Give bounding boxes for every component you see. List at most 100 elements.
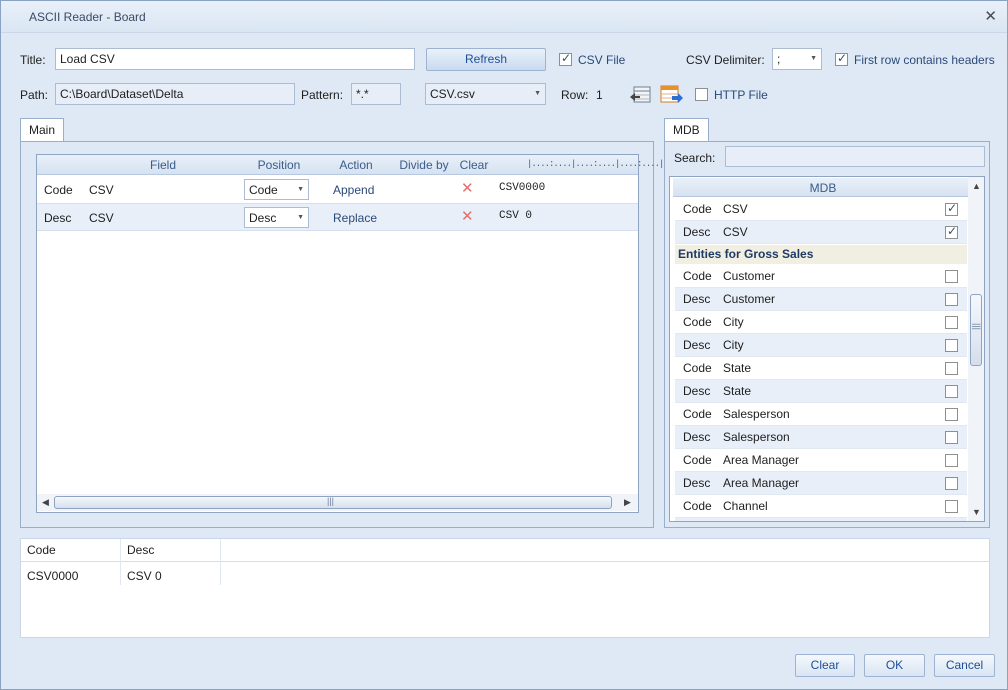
import-columns-icon[interactable] [629, 86, 651, 104]
list-item[interactable]: Desc Customer [675, 288, 967, 311]
row2-position-select[interactable]: Desc ▼ [244, 207, 309, 228]
list-item-type: Desc [683, 225, 711, 239]
list-item-checkbox[interactable] [945, 362, 958, 375]
tab-mdb[interactable]: MDB [664, 118, 709, 142]
list-item-type: Desc [683, 338, 711, 352]
list-item-checkbox[interactable] [945, 385, 958, 398]
list-item[interactable]: Code CSV [675, 198, 967, 221]
list-item-checkbox[interactable] [945, 477, 958, 490]
list-item-type: Code [683, 202, 712, 216]
first-row-headers-checkbox[interactable] [835, 51, 848, 66]
list-item[interactable]: Desc Area Manager [675, 472, 967, 495]
list-item-type: Desc [683, 476, 711, 490]
list-item-type: Desc [683, 384, 711, 398]
list-item-name: State [723, 384, 752, 398]
list-item-checkbox[interactable] [945, 316, 958, 329]
field-grid: Field Position Action Divide by Clear |.… [36, 154, 664, 513]
list-item-type: Code [683, 453, 712, 467]
list-item[interactable]: Desc State [675, 380, 967, 403]
title-bar: ASCII Reader - Board ✕ [1, 1, 1007, 33]
search-label: Search: [674, 151, 716, 165]
ok-button[interactable]: OK [864, 654, 925, 677]
export-columns-icon[interactable] [660, 85, 683, 103]
list-item[interactable]: Code City [675, 311, 967, 334]
csv-delimiter-label: CSV Delimiter: [686, 53, 765, 67]
chevron-down-icon: ▼ [297, 186, 304, 193]
vscroll-thumb[interactable]: ||| [970, 294, 982, 366]
arrow-down-icon[interactable]: ▼ [972, 507, 981, 517]
list-item[interactable]: Desc Salesperson [675, 426, 967, 449]
cancel-button[interactable]: Cancel [934, 654, 995, 677]
path-input[interactable] [55, 83, 295, 105]
hscroll-thumb[interactable]: ||| [54, 496, 612, 509]
x-icon[interactable]: ✕ [461, 209, 474, 224]
http-file-checkbox[interactable] [695, 88, 708, 101]
list-item[interactable]: Code Area Manager [675, 449, 967, 472]
refresh-button[interactable]: Refresh [426, 48, 546, 71]
search-input[interactable] [725, 146, 985, 167]
clear-button[interactable]: Clear [795, 654, 855, 677]
list-item-checkbox[interactable] [945, 431, 958, 444]
csv-delimiter-value: ; [777, 52, 781, 66]
mdb-vscrollbar[interactable]: ▲ ||| ▼ [968, 177, 984, 521]
preview-col-code: Code [27, 543, 56, 557]
list-item-type: Code [683, 269, 712, 283]
arrow-right-icon[interactable]: ▶ [624, 497, 631, 508]
list-item-name: Customer [723, 292, 776, 306]
file-select[interactable]: CSV.csv ▼ [425, 83, 546, 105]
ascii-reader-window: ASCII Reader - Board ✕ Title: Refresh CS… [0, 0, 1008, 690]
mdb-grid-header: MDB [673, 178, 970, 197]
list-item-name: State [723, 361, 752, 375]
list-item[interactable]: Desc CSV [675, 221, 967, 244]
list-item-checkbox[interactable] [945, 293, 958, 306]
list-item-type: Code [683, 499, 712, 513]
list-item[interactable]: Desc City [675, 334, 967, 357]
pattern-input[interactable] [351, 83, 401, 105]
arrow-left-icon[interactable]: ◀ [42, 497, 49, 508]
field-grid-header: Field Position Action Divide by Clear |.… [37, 155, 664, 175]
csv-file-checkbox[interactable] [559, 51, 572, 66]
arrow-up-icon[interactable]: ▲ [972, 181, 981, 191]
row2-action[interactable]: Replace [333, 211, 377, 225]
group-title: Entities for Gross Sales [675, 245, 967, 264]
list-item-name: CSV [723, 202, 748, 216]
list-item-checkbox[interactable] [945, 408, 958, 421]
list-item[interactable]: Code Customer [675, 265, 967, 288]
list-item[interactable]: DescChannel [675, 518, 967, 521]
preview-col-desc: Desc [127, 543, 155, 557]
list-item-name: Area Manager [723, 453, 800, 467]
title-input[interactable] [55, 48, 415, 70]
list-item-name: Salesperson [723, 407, 790, 421]
list-item-checkbox[interactable] [945, 500, 958, 513]
csv-delimiter-select[interactable]: ; ▼ [772, 48, 822, 70]
row1-type: Code [44, 183, 73, 197]
list-item-checkbox[interactable] [945, 454, 958, 467]
row1-position-value: Code [249, 183, 278, 197]
list-item-checkbox[interactable] [945, 224, 958, 239]
list-item[interactable]: Code State [675, 357, 967, 380]
close-icon[interactable]: ✕ [984, 7, 997, 25]
list-item[interactable]: Code Salesperson [675, 403, 967, 426]
list-item-checkbox[interactable] [945, 201, 958, 216]
list-item-name: Area Manager [723, 476, 800, 490]
row1-position-select[interactable]: Code ▼ [244, 179, 309, 200]
field-grid-hscrollbar[interactable]: ◀ ||| ▶ [37, 494, 638, 511]
x-icon[interactable]: ✕ [461, 181, 474, 196]
list-item-type: Code [683, 315, 712, 329]
preview-grid: Code Desc CSV0000 CSV 0 [20, 538, 990, 638]
list-item-checkbox[interactable] [945, 339, 958, 352]
chevron-down-icon: ▼ [534, 90, 541, 97]
col-clear: Clear [459, 158, 489, 172]
list-item[interactable]: Code Channel [675, 495, 967, 518]
list-item-name: Channel [723, 499, 768, 513]
preview-cell-code: CSV0000 [27, 569, 79, 583]
http-file-label: HTTP File [714, 88, 768, 102]
list-item-checkbox[interactable] [945, 270, 958, 283]
file-select-value: CSV.csv [430, 87, 475, 101]
tab-main[interactable]: Main [20, 118, 65, 142]
list-item-type: Desc [683, 292, 711, 306]
preview-header: Code Desc [21, 539, 989, 585]
list-item-type: Code [683, 361, 712, 375]
row-value: 1 [596, 88, 603, 102]
row1-action[interactable]: Append [333, 183, 374, 197]
